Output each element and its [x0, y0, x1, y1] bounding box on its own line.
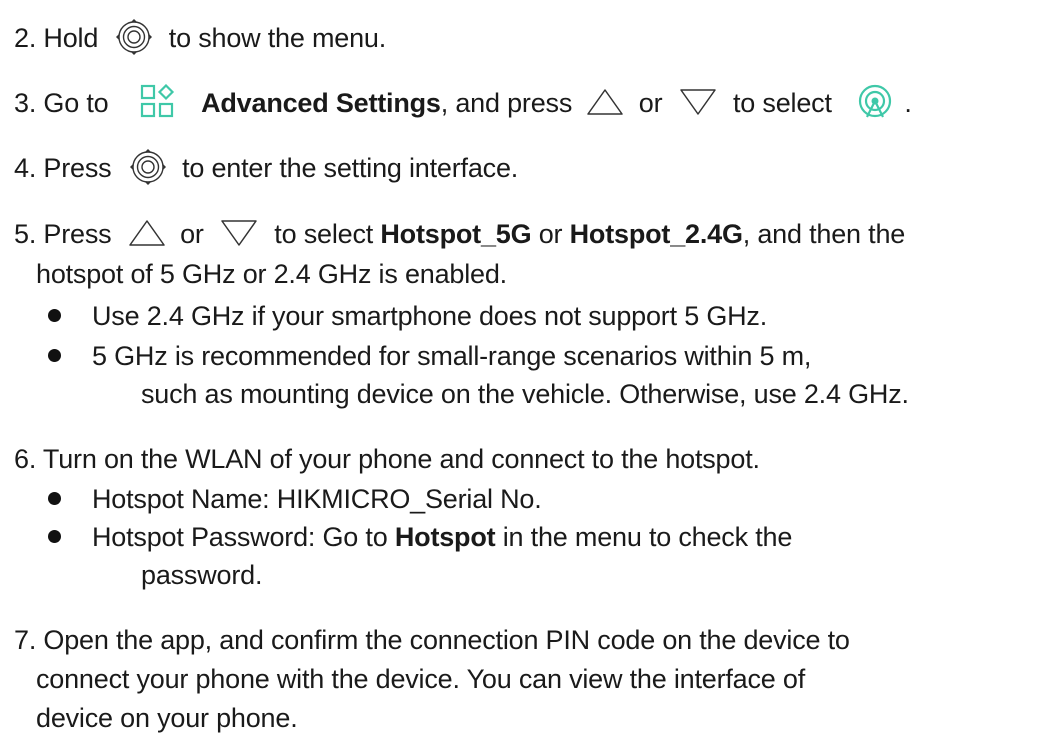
step-5-or-2: or [538, 219, 563, 249]
bullet-icon [48, 530, 61, 543]
bullet-icon [48, 349, 61, 362]
step-5-text-b: , and then the [742, 219, 906, 249]
hotspot-5g-label: Hotspot_5G [380, 219, 532, 249]
step-5-or: or [180, 219, 204, 249]
hotspot-menu-label: Hotspot [394, 522, 496, 552]
step-3: 3. Go to Advanced Settings, and press or… [14, 83, 912, 123]
step-2: 2. Hold to show the menu. [14, 18, 387, 59]
step-3-period: . [904, 88, 912, 118]
instruction-document: 2. Hold to show the menu. 3. Go to Advan… [0, 0, 1052, 743]
step-5-bullet-2-line-1: 5 GHz is recommended for small-range sce… [92, 341, 812, 371]
step-5: 5. Press or to select Hotspot_5G or Hots… [14, 216, 905, 252]
hotspot-24g-label: Hotspot_2.4G [569, 219, 743, 249]
step-7-line-1: 7. Open the app, and confirm the connect… [14, 625, 850, 655]
step-6: 6. Turn on the WLAN of your phone and co… [14, 444, 760, 474]
list-item: Hotspot Password: Go to Hotspot in the m… [48, 519, 793, 555]
step-2-text: to show the menu. [168, 23, 387, 53]
list-item: 5 GHz is recommended for small-range sce… [48, 338, 812, 374]
step-4-text: to enter the setting interface. [182, 153, 519, 183]
step-5-text-a: to select [274, 219, 374, 249]
advanced-settings-grid-icon [140, 83, 176, 120]
step-5-continuation: hotspot of 5 GHz or 2.4 GHz is enabled. [36, 259, 507, 289]
step-3-number: 3. Go to [14, 88, 109, 118]
step-7-line-2: connect your phone with the device. You … [36, 664, 806, 694]
hotspot-broadcast-icon [857, 84, 893, 120]
step-3-text-b: to select [733, 88, 832, 118]
step-5-bullet-2-line-2: such as mounting device on the vehicle. … [141, 379, 909, 409]
down-triangle-icon [219, 218, 259, 248]
advanced-settings-label: Advanced Settings [201, 88, 441, 118]
down-triangle-icon [678, 87, 718, 117]
step-4: 4. Press to enter the setting interface. [14, 148, 519, 189]
list-item: Hotspot Name: HIKMICRO_Serial No. [48, 481, 542, 517]
step-7-line-3: device on your phone. [36, 703, 298, 733]
step-6-bullet-1: Hotspot Name: HIKMICRO_Serial No. [92, 484, 542, 514]
step-6-bullet-2-post: in the menu to check the [502, 522, 793, 552]
up-triangle-icon [585, 87, 625, 117]
list-item: Use 2.4 GHz if your smartphone does not … [48, 298, 768, 334]
step-6-bullet-2-line-2: password. [141, 560, 263, 590]
step-3-text-a: , and press [440, 88, 573, 118]
step-3-or: or [638, 88, 663, 118]
step-5-number: 5. Press [14, 219, 112, 249]
step-5-bullet-1: Use 2.4 GHz if your smartphone does not … [92, 301, 768, 331]
bullet-icon [48, 309, 61, 322]
dial-button-icon [115, 18, 153, 56]
step-6-bullet-2-pre: Hotspot Password: Go to [92, 522, 388, 552]
dial-button-icon [129, 148, 167, 186]
step-4-number: 4. Press [14, 153, 112, 183]
step-2-number: 2. Hold [14, 23, 99, 53]
bullet-icon [48, 492, 61, 505]
up-triangle-icon [127, 218, 167, 248]
